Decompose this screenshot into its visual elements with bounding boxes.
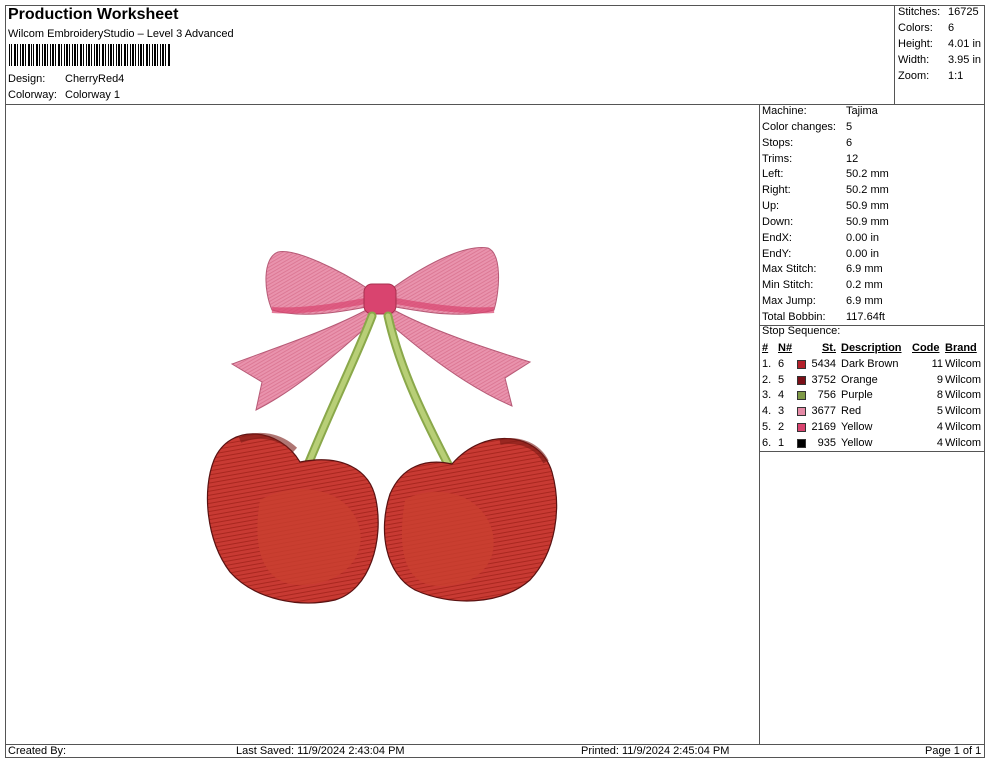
stop-brand: Wilcom (945, 389, 982, 402)
color-swatch (797, 422, 806, 432)
stat-color-changes: Color changes: 5 (762, 120, 853, 133)
col-num-header: # (762, 342, 769, 354)
color-swatch (797, 391, 806, 401)
color-swatch (797, 375, 806, 385)
stop-num: 1. (762, 357, 772, 370)
barcode-icon (9, 44, 170, 66)
stop-description: Dark Brown (841, 357, 899, 370)
stop-stitches: 935 (817, 436, 836, 449)
stop-stitches: 3677 (811, 405, 836, 418)
stop-description: Yellow (841, 420, 873, 433)
stop-num: 6. (762, 436, 772, 449)
stop-brand: Wilcom (945, 405, 982, 418)
stat-max-jump: Max Jump: 6.9 mm (762, 295, 883, 308)
stat-stops: Stops: 6 (762, 136, 853, 149)
stop-needle: 2 (778, 420, 785, 433)
stop-needle: 6 (778, 357, 785, 370)
stop-brand: Wilcom (945, 420, 982, 433)
stat-up: Up: 50.9 mm (762, 200, 889, 213)
stat-zoom: Zoom: 1:1 (898, 70, 964, 82)
stop-table-row: 2. 5 3752 Orange 9 Wilcom (760, 373, 986, 389)
colorway-label: Colorway: (8, 89, 57, 101)
stop-description: Orange (841, 373, 878, 386)
stat-endy: EndY: 0.00 in (762, 247, 880, 260)
right-cherry (383, 437, 558, 602)
colorway-row: Colorway: Colorway 1 (8, 89, 120, 101)
stop-code: 4 (936, 420, 943, 433)
stop-needle: 1 (778, 436, 785, 449)
stop-table-row: 4. 3 3677 Red 5 Wilcom (760, 404, 986, 420)
bow-ribbon-tails (230, 307, 532, 411)
footer-created-by: Created By: (8, 745, 67, 757)
stop-description: Purple (841, 389, 873, 402)
stat-total-bobbin: Total Bobbin: 117.64ft (762, 310, 885, 323)
stat-right: Right: 50.2 mm (762, 184, 889, 197)
stop-needle: 3 (778, 405, 785, 418)
bow-loops (265, 247, 500, 315)
stop-code: 11 (931, 357, 943, 370)
machine-stats: Machine: Tajima Color changes: 5 Stops: 6 T… (762, 104, 889, 326)
stop-stitches: 5434 (811, 357, 836, 370)
col-description-header: Description (841, 342, 902, 354)
color-swatch (797, 407, 806, 417)
stat-width: Width: 3.95 in (898, 54, 982, 66)
stop-table-row: 3. 4 756 Purple 8 Wilcom (760, 388, 986, 404)
stop-brand: Wilcom (945, 357, 982, 370)
col-n-header: N# (778, 342, 793, 354)
stat-stitches: Stitches: 16725 (898, 6, 979, 18)
col-st-header: St. (821, 342, 836, 354)
col-code-header: Code (912, 342, 940, 354)
stop-brand: Wilcom (945, 436, 982, 449)
stop-table-row: 1. 6 5434 Dark Brown 11 Wilcom (760, 357, 986, 373)
bow-knot (363, 283, 397, 315)
left-cherry (206, 432, 379, 604)
stop-brand: Wilcom (945, 373, 982, 386)
color-swatch (797, 438, 806, 448)
cherry-embroidery-design (206, 247, 558, 604)
footer-printed: Printed: 11/9/2024 2:45:04 PM (581, 745, 730, 757)
stop-code: 9 (936, 373, 943, 386)
stop-sequence-table: # N# St. Description Code Brand 1. 6 5434 D… (760, 341, 986, 452)
footer-divider (5, 744, 985, 745)
footer-last-saved: Last Saved: 11/9/2024 2:43:04 PM (236, 745, 405, 757)
stat-machine: Machine: Tajima (762, 105, 878, 117)
design-value: CherryRed4 (65, 73, 125, 85)
stop-code: 4 (936, 436, 943, 449)
stat-endx: EndX: 0.00 in (762, 231, 880, 244)
stop-stitches: 3752 (811, 373, 836, 386)
stop-table-header: # N# St. Description Code Brand (760, 341, 986, 357)
stop-table-row: 6. 1 935 Yellow 4 Wilcom (760, 436, 986, 452)
stop-sequence-label: Stop Sequence: (762, 325, 841, 337)
stat-min-stitch: Min Stitch: 0.2 mm (762, 279, 883, 292)
software-name: Wilcom EmbroideryStudio – Level 3 Advanc… (8, 28, 234, 40)
top-stats: Stitches: 16725 Colors: 6 Height: 4.01 in W… (898, 4, 981, 84)
top-stats-divider (894, 5, 895, 104)
stat-down: Down: 50.9 mm (762, 215, 889, 228)
stop-stitches: 756 (817, 389, 836, 402)
stop-num: 2. (762, 373, 772, 386)
stop-needle: 4 (778, 389, 785, 402)
stop-description: Red (841, 405, 862, 418)
stop-needle: 5 (778, 373, 785, 386)
stop-description: Yellow (841, 436, 873, 449)
footer-page-number: Page 1 of 1 (925, 745, 982, 757)
stat-height: Height: 4.01 in (898, 38, 982, 50)
col-brand-header: Brand (945, 342, 977, 354)
color-swatch (797, 359, 806, 369)
stop-table-row: 5. 2 2169 Yellow 4 Wilcom (760, 420, 986, 436)
stop-num: 5. (762, 420, 772, 433)
design-row: Design: CherryRed4 (8, 73, 124, 85)
stop-num: 4. (762, 405, 772, 418)
stat-colors: Colors: 6 (898, 22, 955, 34)
stop-code: 8 (936, 389, 943, 402)
stop-num: 3. (762, 389, 772, 402)
stop-stitches: 2169 (811, 420, 836, 433)
page-title: Production Worksheet (8, 6, 179, 23)
stat-left: Left: 50.2 mm (762, 168, 889, 181)
stat-max-stitch: Max Stitch: 6.9 mm (762, 263, 883, 276)
stop-code: 5 (936, 405, 943, 418)
design-label: Design: (8, 73, 46, 85)
stat-trims: Trims: 12 (762, 152, 859, 165)
colorway-value: Colorway 1 (65, 89, 121, 101)
